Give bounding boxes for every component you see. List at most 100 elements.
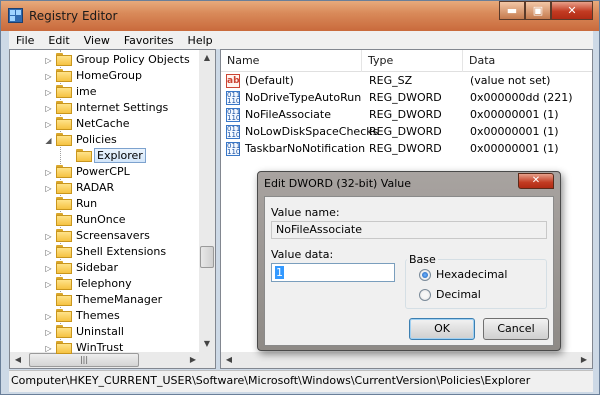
value-name-cell: NoFileAssociate xyxy=(245,108,332,121)
value-row[interactable]: 011 110 NoFileAssociate REG_DWORD 0x0000000… xyxy=(221,107,592,124)
tree-vertical-scroll-thumb[interactable] xyxy=(200,246,214,268)
value-row[interactable]: 011 110 NoLowDiskSpaceChecks REG_DWORD 0x00… xyxy=(221,124,592,141)
menu-edit[interactable]: Edit xyxy=(41,34,76,47)
title-bar[interactable]: Registry Editor ▬ ▣ ✕ xyxy=(1,1,599,31)
tree-item[interactable]: ▷ Screensavers xyxy=(10,228,200,244)
string-value-icon: ab xyxy=(226,74,240,88)
scrollbar-corner xyxy=(199,352,215,368)
tree-item-label: Internet Settings xyxy=(76,101,169,114)
tree-item[interactable]: ThemeManager xyxy=(10,292,200,308)
folder-icon xyxy=(56,277,72,290)
scroll-down-arrow-icon[interactable]: ▼ xyxy=(199,336,215,352)
folder-icon xyxy=(56,325,72,338)
expand-arrow-icon[interactable]: ▷ xyxy=(44,344,53,353)
dialog-body: Value name: NoFileAssociate Value data: … xyxy=(264,196,554,346)
column-type-header[interactable]: Type xyxy=(362,50,463,72)
value-row[interactable]: 011 110 TaskbarNoNotification REG_DWORD 0x0… xyxy=(221,141,592,158)
values-horizontal-scrollbar[interactable]: ◀ ▶ xyxy=(221,352,592,368)
expand-arrow-icon[interactable]: ▷ xyxy=(44,280,53,289)
tree-item[interactable]: ▷ Themes xyxy=(10,308,200,324)
tree-item[interactable]: ▷ HomeGroup xyxy=(10,68,200,84)
tree-item[interactable]: ◢ Policies xyxy=(10,132,200,148)
decimal-radio[interactable] xyxy=(419,289,431,301)
maximize-button[interactable]: ▣ xyxy=(525,1,551,20)
hexadecimal-radio[interactable] xyxy=(419,269,431,281)
tree-item[interactable]: ▷ Sidebar xyxy=(10,260,200,276)
folder-icon xyxy=(56,101,72,114)
expand-arrow-icon[interactable]: ▷ xyxy=(44,248,53,257)
tree-item[interactable]: Explorer xyxy=(10,148,200,164)
folder-icon xyxy=(56,309,72,322)
scroll-left-arrow-icon[interactable]: ◀ xyxy=(221,352,237,368)
value-data-label: Value data: xyxy=(271,248,334,261)
dialog-close-button[interactable]: ✕ xyxy=(518,173,554,189)
scroll-right-arrow-icon[interactable]: ▶ xyxy=(576,352,592,368)
folder-icon xyxy=(56,261,72,274)
tree-item-label: WinTrust xyxy=(76,341,124,354)
tree-item[interactable]: ▷ Telephony xyxy=(10,276,200,292)
value-data-cell: 0x00000001 (1) xyxy=(470,125,559,138)
menu-view[interactable]: View xyxy=(77,34,117,47)
close-button[interactable]: ✕ xyxy=(551,1,593,20)
column-data-header[interactable]: Data xyxy=(463,50,592,72)
tree-item[interactable]: RunOnce xyxy=(10,212,200,228)
menu-favorites[interactable]: Favorites xyxy=(117,34,181,47)
binary-value-icon: 011 110 xyxy=(226,125,241,139)
tree-vertical-scrollbar[interactable]: ▲ ▼ xyxy=(199,50,215,352)
expand-arrow-icon[interactable]: ▷ xyxy=(44,56,53,65)
folder-icon xyxy=(56,293,72,306)
scroll-up-arrow-icon[interactable]: ▲ xyxy=(199,50,215,66)
tree-item[interactable]: ▷ Uninstall xyxy=(10,324,200,340)
value-data-cell: 0x00000001 (1) xyxy=(470,142,559,155)
caption-buttons: ▬ ▣ ✕ xyxy=(499,1,593,20)
minimize-button[interactable]: ▬ xyxy=(499,1,525,20)
expand-arrow-icon[interactable]: ▷ xyxy=(44,264,53,273)
tree-item-label: HomeGroup xyxy=(76,69,142,82)
value-data-cell: 0x00000001 (1) xyxy=(470,108,559,121)
tree-item[interactable]: ▷ PowerCPL xyxy=(10,164,200,180)
tree-item-label: RunOnce xyxy=(76,213,126,226)
expand-arrow-icon[interactable]: ▷ xyxy=(44,168,53,177)
menu-help[interactable]: Help xyxy=(181,34,220,47)
expand-arrow-icon[interactable]: ▷ xyxy=(44,120,53,129)
expand-arrow-icon[interactable]: ▷ xyxy=(44,312,53,321)
cancel-button[interactable]: Cancel xyxy=(483,318,549,340)
expand-arrow-icon[interactable]: ▷ xyxy=(44,88,53,97)
dialog-title: Edit DWORD (32-bit) Value xyxy=(264,177,412,190)
expanded-arrow-icon[interactable]: ◢ xyxy=(44,136,53,145)
decimal-label[interactable]: Decimal xyxy=(436,288,481,301)
tree-item[interactable]: Run xyxy=(10,196,200,212)
registry-key-tree[interactable]: ▲ ▼ ◀ ||| ▶ ▷ Group Policy Objects ▷ HomeGr… xyxy=(9,49,216,369)
tree-item[interactable]: ▷ Internet Settings xyxy=(10,100,200,116)
tree-item[interactable]: ▷ Group Policy Objects xyxy=(10,52,200,68)
ok-button[interactable]: OK xyxy=(409,318,475,340)
tree-item[interactable]: ▷ Shell Extensions xyxy=(10,244,200,260)
tree-item-label: Group Policy Objects xyxy=(76,53,190,66)
tree-item[interactable]: ▷ WinTrust xyxy=(10,340,200,356)
expand-arrow-icon[interactable]: ▷ xyxy=(44,184,53,193)
value-type-cell: REG_SZ xyxy=(369,74,413,87)
folder-icon xyxy=(56,245,72,258)
tree-item-label: ime xyxy=(76,85,97,98)
value-name-label: Value name: xyxy=(271,206,340,219)
current-key-path: Computer\HKEY_CURRENT_USER\Software\Micr… xyxy=(11,374,531,387)
menu-file[interactable]: File xyxy=(9,34,41,47)
column-name-header[interactable]: Name xyxy=(221,50,362,72)
tree-item[interactable]: ▷ ime xyxy=(10,84,200,100)
folder-icon xyxy=(76,149,92,162)
value-data-input[interactable]: 1 xyxy=(271,263,395,282)
hexadecimal-label[interactable]: Hexadecimal xyxy=(436,268,507,281)
tree-item[interactable]: ▷ NetCache xyxy=(10,116,200,132)
expand-arrow-icon[interactable]: ▷ xyxy=(44,328,53,337)
expand-arrow-icon[interactable]: ▷ xyxy=(44,104,53,113)
tree-item[interactable]: ▷ RADAR xyxy=(10,180,200,196)
value-type-cell: REG_DWORD xyxy=(369,91,442,104)
tree-item-label: Themes xyxy=(76,309,120,322)
value-row[interactable]: ab (Default) REG_SZ (value not set) xyxy=(221,73,592,90)
value-name-cell: TaskbarNoNotification xyxy=(245,142,366,155)
value-row[interactable]: 011 110 NoDriveTypeAutoRun REG_DWORD 0x0000… xyxy=(221,90,592,107)
folder-icon xyxy=(56,213,72,226)
expand-arrow-icon[interactable]: ▷ xyxy=(44,232,53,241)
window-title: Registry Editor xyxy=(29,9,118,23)
expand-arrow-icon[interactable]: ▷ xyxy=(44,72,53,81)
